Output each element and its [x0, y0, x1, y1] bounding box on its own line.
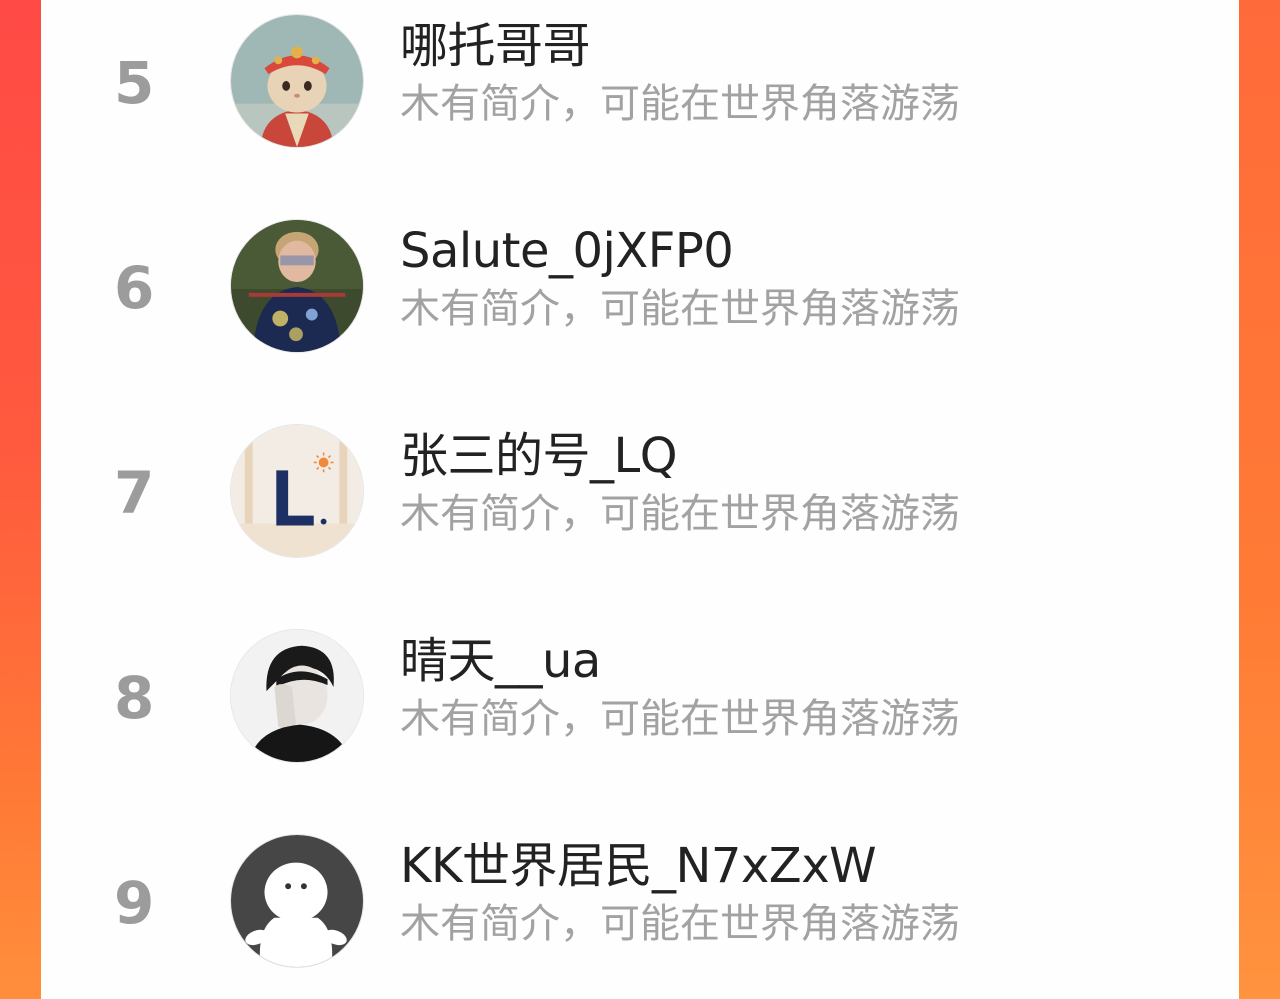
list-item[interactable]: 6 Salute_0jXFP0 木有简介，可能在世界角落游荡 [41, 205, 1239, 410]
rank-number: 8 [114, 664, 155, 732]
avatar[interactable] [230, 424, 364, 558]
rank-number: 7 [114, 459, 155, 527]
rank-number: 5 [114, 49, 155, 117]
user-bio: 木有简介，可能在世界角落游荡 [400, 286, 960, 332]
avatar[interactable] [230, 834, 364, 968]
user-name[interactable]: Salute_0jXFP0 [400, 225, 734, 278]
user-bio: 木有简介，可能在世界角落游荡 [400, 81, 960, 127]
avatar[interactable] [230, 629, 364, 763]
list-item[interactable]: 9 KK世界居民_N7xZxW 木有简介，可能在世界角落游荡 [41, 820, 1239, 999]
user-name[interactable]: 晴天__ua [400, 635, 601, 688]
avatar[interactable] [230, 219, 364, 353]
child-photo-avatar-icon [231, 220, 363, 352]
background-right-edge [1238, 0, 1280, 999]
rank-number: 9 [114, 869, 155, 937]
letter-l-avatar-icon [231, 425, 363, 557]
user-bio: 木有简介，可能在世界角落游荡 [400, 696, 960, 742]
ranking-list: 5 哪托哥哥 木有简介，可能在世界角落游荡 6 Salute_0jXFP0 木有… [41, 0, 1239, 999]
list-item[interactable]: 7 张三的号_LQ 木有简介，可能在世界角落游荡 [41, 410, 1239, 615]
cat-monk-avatar-icon [231, 15, 363, 147]
person-photo-avatar-icon [231, 630, 363, 762]
list-item[interactable]: 8 晴天__ua 木有简介，可能在世界角落游荡 [41, 615, 1239, 820]
user-name[interactable]: 哪托哥哥 [400, 20, 591, 73]
avatar[interactable] [230, 14, 364, 148]
user-name[interactable]: 张三的号_LQ [400, 430, 678, 483]
user-bio: 木有简介，可能在世界角落游荡 [400, 901, 960, 947]
user-bio: 木有简介，可能在世界角落游荡 [400, 491, 960, 537]
default-user-avatar-icon [231, 835, 363, 967]
rank-number: 6 [114, 254, 155, 322]
list-item[interactable]: 5 哪托哥哥 木有简介，可能在世界角落游荡 [41, 0, 1239, 205]
user-name[interactable]: KK世界居民_N7xZxW [400, 840, 877, 893]
